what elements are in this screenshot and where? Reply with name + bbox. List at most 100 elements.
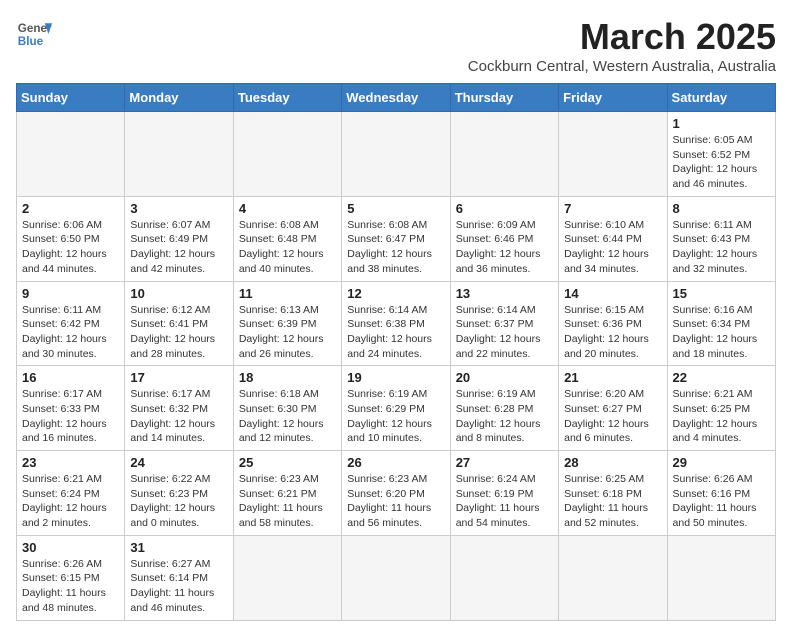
calendar-day xyxy=(125,112,233,197)
day-header-thursday: Thursday xyxy=(450,84,558,112)
day-number: 19 xyxy=(347,370,444,385)
calendar-day: 15 Sunrise: 6:16 AM Sunset: 6:34 PM Dayli… xyxy=(667,281,775,366)
day-number: 3 xyxy=(130,201,227,216)
day-info: Sunrise: 6:05 AM Sunset: 6:52 PM Dayligh… xyxy=(673,133,770,192)
calendar-header-row: SundayMondayTuesdayWednesdayThursdayFrid… xyxy=(17,84,776,112)
calendar-day xyxy=(342,535,450,620)
day-number: 21 xyxy=(564,370,661,385)
day-info: Sunrise: 6:23 AM Sunset: 6:21 PM Dayligh… xyxy=(239,472,336,531)
day-info: Sunrise: 6:17 AM Sunset: 6:32 PM Dayligh… xyxy=(130,387,227,446)
logo: General Blue xyxy=(16,16,52,52)
day-info: Sunrise: 6:15 AM Sunset: 6:36 PM Dayligh… xyxy=(564,303,661,362)
calendar-day: 30Sunrise: 6:26 AM Sunset: 6:15 PM Dayli… xyxy=(17,535,125,620)
calendar-day: 27Sunrise: 6:24 AM Sunset: 6:19 PM Dayli… xyxy=(450,451,558,536)
calendar-day: 13Sunrise: 6:14 AM Sunset: 6:37 PM Dayli… xyxy=(450,281,558,366)
calendar-day xyxy=(17,112,125,197)
day-info: Sunrise: 6:19 AM Sunset: 6:28 PM Dayligh… xyxy=(456,387,553,446)
day-number: 14 xyxy=(564,286,661,301)
day-info: Sunrise: 6:27 AM Sunset: 6:14 PM Dayligh… xyxy=(130,557,227,616)
day-info: Sunrise: 6:12 AM Sunset: 6:41 PM Dayligh… xyxy=(130,303,227,362)
calendar-day: 14 Sunrise: 6:15 AM Sunset: 6:36 PM Dayli… xyxy=(559,281,667,366)
calendar-day: 5Sunrise: 6:08 AM Sunset: 6:47 PM Daylig… xyxy=(342,196,450,281)
logo-icon: General Blue xyxy=(16,16,52,52)
day-info: Sunrise: 6:26 AM Sunset: 6:16 PM Dayligh… xyxy=(673,472,770,531)
day-info: Sunrise: 6:23 AM Sunset: 6:20 PM Dayligh… xyxy=(347,472,444,531)
calendar-day: 11 Sunrise: 6:13 AM Sunset: 6:39 PM Dayli… xyxy=(233,281,341,366)
day-info: Sunrise: 6:11 AM Sunset: 6:43 PM Dayligh… xyxy=(673,218,770,277)
day-number: 28 xyxy=(564,455,661,470)
calendar-day xyxy=(667,535,775,620)
calendar-day: 10Sunrise: 6:12 AM Sunset: 6:41 PM Dayli… xyxy=(125,281,233,366)
day-info: Sunrise: 6:08 AM Sunset: 6:48 PM Dayligh… xyxy=(239,218,336,277)
day-header-monday: Monday xyxy=(125,84,233,112)
day-info: Sunrise: 6:19 AM Sunset: 6:29 PM Dayligh… xyxy=(347,387,444,446)
day-info: Sunrise: 6:07 AM Sunset: 6:49 PM Dayligh… xyxy=(130,218,227,277)
calendar-day: 16 Sunrise: 6:17 AM Sunset: 6:33 PM Dayli… xyxy=(17,366,125,451)
calendar-day xyxy=(450,535,558,620)
day-number: 13 xyxy=(456,286,553,301)
day-number: 8 xyxy=(673,201,770,216)
calendar-week-2: 2 Sunrise: 6:06 AM Sunset: 6:50 PM Daylig… xyxy=(17,196,776,281)
calendar-day: 23Sunrise: 6:21 AM Sunset: 6:24 PM Dayli… xyxy=(17,451,125,536)
day-number: 11 xyxy=(239,286,336,301)
day-number: 7 xyxy=(564,201,661,216)
calendar-day: 26 Sunrise: 6:23 AM Sunset: 6:20 PM Dayli… xyxy=(342,451,450,536)
calendar-week-4: 16 Sunrise: 6:17 AM Sunset: 6:33 PM Dayli… xyxy=(17,366,776,451)
day-info: Sunrise: 6:10 AM Sunset: 6:44 PM Dayligh… xyxy=(564,218,661,277)
day-number: 29 xyxy=(673,455,770,470)
calendar-day: 29 Sunrise: 6:26 AM Sunset: 6:16 PM Dayli… xyxy=(667,451,775,536)
day-number: 24 xyxy=(130,455,227,470)
calendar-week-5: 23Sunrise: 6:21 AM Sunset: 6:24 PM Dayli… xyxy=(17,451,776,536)
day-number: 1 xyxy=(673,116,770,131)
subtitle: Cockburn Central, Western Australia, Aus… xyxy=(468,58,776,75)
day-info: Sunrise: 6:17 AM Sunset: 6:33 PM Dayligh… xyxy=(22,387,119,446)
day-number: 2 xyxy=(22,201,119,216)
day-info: Sunrise: 6:14 AM Sunset: 6:38 PM Dayligh… xyxy=(347,303,444,362)
day-number: 5 xyxy=(347,201,444,216)
day-info: Sunrise: 6:21 AM Sunset: 6:25 PM Dayligh… xyxy=(673,387,770,446)
day-info: Sunrise: 6:13 AM Sunset: 6:39 PM Dayligh… xyxy=(239,303,336,362)
day-number: 30 xyxy=(22,540,119,555)
day-info: Sunrise: 6:09 AM Sunset: 6:46 PM Dayligh… xyxy=(456,218,553,277)
day-number: 9 xyxy=(22,286,119,301)
calendar-day: 1 Sunrise: 6:05 AM Sunset: 6:52 PM Daylig… xyxy=(667,112,775,197)
calendar-day: 8 Sunrise: 6:11 AM Sunset: 6:43 PM Daylig… xyxy=(667,196,775,281)
calendar-day: 3 Sunrise: 6:07 AM Sunset: 6:49 PM Daylig… xyxy=(125,196,233,281)
day-header-saturday: Saturday xyxy=(667,84,775,112)
day-info: Sunrise: 6:25 AM Sunset: 6:18 PM Dayligh… xyxy=(564,472,661,531)
day-number: 26 xyxy=(347,455,444,470)
day-header-wednesday: Wednesday xyxy=(342,84,450,112)
calendar-day: 19 Sunrise: 6:19 AM Sunset: 6:29 PM Dayli… xyxy=(342,366,450,451)
day-info: Sunrise: 6:16 AM Sunset: 6:34 PM Dayligh… xyxy=(673,303,770,362)
calendar-day: 18Sunrise: 6:18 AM Sunset: 6:30 PM Dayli… xyxy=(233,366,341,451)
calendar-day: 24Sunrise: 6:22 AM Sunset: 6:23 PM Dayli… xyxy=(125,451,233,536)
calendar-table: SundayMondayTuesdayWednesdayThursdayFrid… xyxy=(16,83,776,621)
page-header: General Blue March 2025 Cockburn Central… xyxy=(16,16,776,75)
day-number: 16 xyxy=(22,370,119,385)
calendar-week-3: 9Sunrise: 6:11 AM Sunset: 6:42 PM Daylig… xyxy=(17,281,776,366)
day-number: 6 xyxy=(456,201,553,216)
calendar-day: 20 Sunrise: 6:19 AM Sunset: 6:28 PM Dayli… xyxy=(450,366,558,451)
calendar-day: 21Sunrise: 6:20 AM Sunset: 6:27 PM Dayli… xyxy=(559,366,667,451)
day-info: Sunrise: 6:06 AM Sunset: 6:50 PM Dayligh… xyxy=(22,218,119,277)
calendar-day: 9Sunrise: 6:11 AM Sunset: 6:42 PM Daylig… xyxy=(17,281,125,366)
day-number: 17 xyxy=(130,370,227,385)
day-header-tuesday: Tuesday xyxy=(233,84,341,112)
month-title: March 2025 xyxy=(468,16,776,58)
calendar-day: 22Sunrise: 6:21 AM Sunset: 6:25 PM Dayli… xyxy=(667,366,775,451)
calendar-day: 25Sunrise: 6:23 AM Sunset: 6:21 PM Dayli… xyxy=(233,451,341,536)
calendar-day: 12 Sunrise: 6:14 AM Sunset: 6:38 PM Dayli… xyxy=(342,281,450,366)
calendar-day: 17 Sunrise: 6:17 AM Sunset: 6:32 PM Dayli… xyxy=(125,366,233,451)
calendar-day: 31 Sunrise: 6:27 AM Sunset: 6:14 PM Dayli… xyxy=(125,535,233,620)
day-number: 31 xyxy=(130,540,227,555)
calendar-day: 4 Sunrise: 6:08 AM Sunset: 6:48 PM Daylig… xyxy=(233,196,341,281)
calendar-day: 7 Sunrise: 6:10 AM Sunset: 6:44 PM Daylig… xyxy=(559,196,667,281)
day-number: 12 xyxy=(347,286,444,301)
day-number: 20 xyxy=(456,370,553,385)
calendar-day xyxy=(342,112,450,197)
day-number: 15 xyxy=(673,286,770,301)
day-number: 4 xyxy=(239,201,336,216)
calendar-day xyxy=(559,535,667,620)
calendar-day: 6 Sunrise: 6:09 AM Sunset: 6:46 PM Daylig… xyxy=(450,196,558,281)
calendar-week-1: 1 Sunrise: 6:05 AM Sunset: 6:52 PM Daylig… xyxy=(17,112,776,197)
